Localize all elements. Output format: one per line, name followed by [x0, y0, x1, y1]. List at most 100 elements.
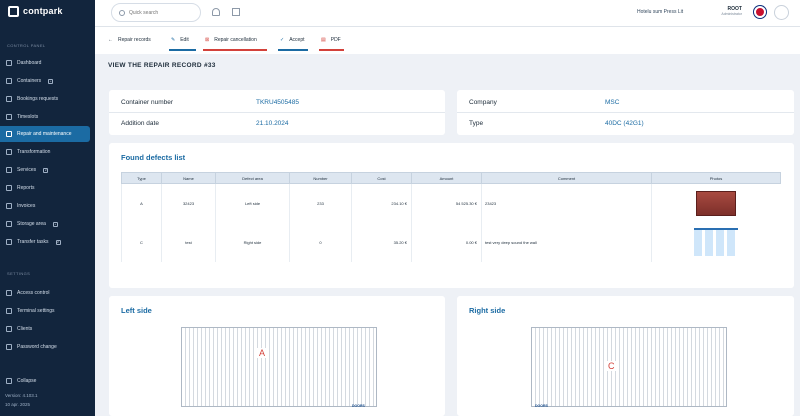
sidebar-item-clients[interactable]: Clients — [0, 321, 90, 337]
language-flag-icon[interactable] — [754, 6, 766, 18]
sidebar: contpark CONTROL PANEL Dashboard Contain… — [0, 0, 95, 416]
user-menu[interactable]: ROOT Administrator — [720, 6, 742, 16]
add-badge[interactable]: + — [48, 78, 54, 84]
search-icon — [119, 9, 125, 16]
check-icon: ✓ — [280, 37, 285, 43]
sidebar-item-label: Reports — [17, 185, 35, 191]
sidebar-item-label: Containers — [17, 78, 42, 84]
sidebar-item-bookings[interactable]: Bookings requests — [0, 91, 90, 107]
key-icon — [6, 344, 12, 350]
sidebar-item-terminal[interactable]: Terminal settings — [0, 303, 90, 319]
sidebar-item-label: Transfer tasks — [17, 239, 49, 245]
right-defect-marker[interactable]: C — [606, 361, 617, 371]
sidebar-item-containers[interactable]: Containers + — [0, 73, 90, 89]
cell-amount: 54 525.30 € — [411, 183, 482, 223]
mail-icon[interactable] — [232, 8, 240, 16]
pdf-label: PDF — [330, 37, 341, 43]
cell-comment: 23423 — [481, 183, 652, 223]
sidebar-item-transformation[interactable]: Transformation — [0, 144, 90, 160]
table-row: C test Right side 0 35.20 € 0.00 € test … — [121, 222, 781, 262]
cell-name: test — [161, 222, 216, 262]
sidebar-item-transfer[interactable]: Transfer tasks 2 — [0, 234, 90, 250]
col-type: Type — [121, 172, 162, 184]
accept-label: Accept — [289, 37, 305, 43]
collapse-label: Collapse — [17, 378, 37, 384]
brand-logo[interactable]: contpark — [8, 4, 63, 18]
topbar: Hotelu sum Press Lit ROOT Administrator — [95, 0, 800, 27]
cell-area: Right side — [215, 222, 290, 262]
col-defect-area: Defect area — [215, 172, 290, 184]
count-badge: 2 — [55, 239, 61, 245]
col-comment: Comment — [481, 172, 652, 184]
defects-table: Type Name Defect area Number Cost Amount… — [121, 172, 781, 262]
transform-icon — [6, 149, 12, 155]
brand-name: contpark — [23, 6, 63, 16]
sidebar-item-label: Dashboard — [17, 60, 42, 66]
bell-icon[interactable] — [212, 8, 220, 16]
sidebar-item-access[interactable]: Access control — [0, 285, 90, 301]
logo-icon — [8, 5, 19, 17]
search-input[interactable] — [129, 9, 189, 16]
accept-underline — [278, 49, 308, 51]
cell-cost: 234.10 € — [351, 183, 412, 223]
sidebar-item-password[interactable]: Password change — [0, 339, 90, 355]
arrow-left-icon: ← — [108, 37, 113, 43]
left-defect-marker[interactable]: A — [257, 348, 268, 358]
table-header-row: Type Name Defect area Number Cost Amount… — [121, 172, 781, 184]
edit-label: Edit — [180, 37, 189, 43]
pdf-button[interactable]: ▤ PDF — [321, 37, 341, 43]
search-box[interactable] — [111, 3, 201, 22]
gear-icon[interactable] — [774, 5, 789, 20]
dashboard-icon — [6, 60, 12, 66]
repair-cancellation-button[interactable]: ⊠ Repair cancellation — [205, 37, 257, 43]
pencil-icon: ✎ — [171, 37, 176, 43]
storage-icon — [6, 221, 12, 227]
container-number-label: Container number — [121, 99, 174, 106]
sidebar-item-label: Invoices — [17, 203, 36, 209]
sidebar-item-dashboard[interactable]: Dashboard — [0, 55, 90, 71]
cell-photos — [651, 183, 781, 223]
right-doors-label: DOORS — [535, 404, 548, 408]
count-badge: 2 — [43, 167, 49, 173]
sidebar-item-timeslots[interactable]: Timeslots — [0, 109, 90, 125]
left-side-title: Left side — [121, 306, 152, 315]
addition-date-value: 21.10.2024 — [256, 120, 289, 127]
cell-type: C — [121, 222, 162, 262]
reports-icon — [6, 185, 12, 191]
action-bar: ← Repair records ✎ Edit ⊠ Repair cancellati… — [95, 27, 800, 54]
container-number-value[interactable]: TKRU4505485 — [256, 99, 299, 106]
services-icon — [6, 167, 12, 173]
divider — [109, 112, 445, 113]
sidebar-item-services[interactable]: Services 2 — [0, 162, 90, 178]
add-badge[interactable]: + — [52, 221, 58, 227]
cell-area: Left side — [215, 183, 290, 223]
cell-name: 32423 — [161, 183, 216, 223]
sidebar-item-storage[interactable]: Storage area + — [0, 216, 90, 232]
lock-icon — [6, 290, 12, 296]
user-role: Administrator — [721, 12, 742, 16]
sidebar-item-reports[interactable]: Reports — [0, 180, 90, 196]
edit-button[interactable]: ✎ Edit — [171, 37, 189, 43]
clients-icon — [6, 326, 12, 332]
sidebar-item-label: Services — [17, 167, 37, 173]
company-select[interactable]: Hotelu sum Press Lit — [637, 9, 683, 15]
cell-photos — [651, 222, 781, 262]
section-label-main: CONTROL PANEL — [7, 43, 46, 48]
defect-document-thumbnail[interactable] — [694, 228, 739, 256]
back-button[interactable]: ← Repair records — [108, 37, 151, 43]
back-label: Repair records — [118, 37, 151, 43]
cell-comment: test very deep sound the wall — [481, 222, 652, 262]
accept-button[interactable]: ✓ Accept — [280, 37, 305, 43]
cancel-label: Repair cancellation — [214, 37, 257, 43]
cell-number: 0 — [289, 222, 352, 262]
edit-underline — [169, 49, 196, 51]
cell-cost: 35.20 € — [351, 222, 412, 262]
collapse-button[interactable]: Collapse — [0, 373, 90, 389]
section-label-settings: SETTINGS — [7, 271, 31, 276]
sidebar-item-label: Repair and maintenance — [17, 131, 72, 137]
sidebar-item-invoices[interactable]: Invoices — [0, 198, 90, 214]
defect-photo-thumbnail[interactable] — [696, 190, 737, 216]
defects-title: Found defects list — [121, 153, 186, 162]
left-doors-label: DOORS — [352, 404, 365, 408]
sidebar-item-repair[interactable]: Repair and maintenance — [0, 126, 90, 142]
